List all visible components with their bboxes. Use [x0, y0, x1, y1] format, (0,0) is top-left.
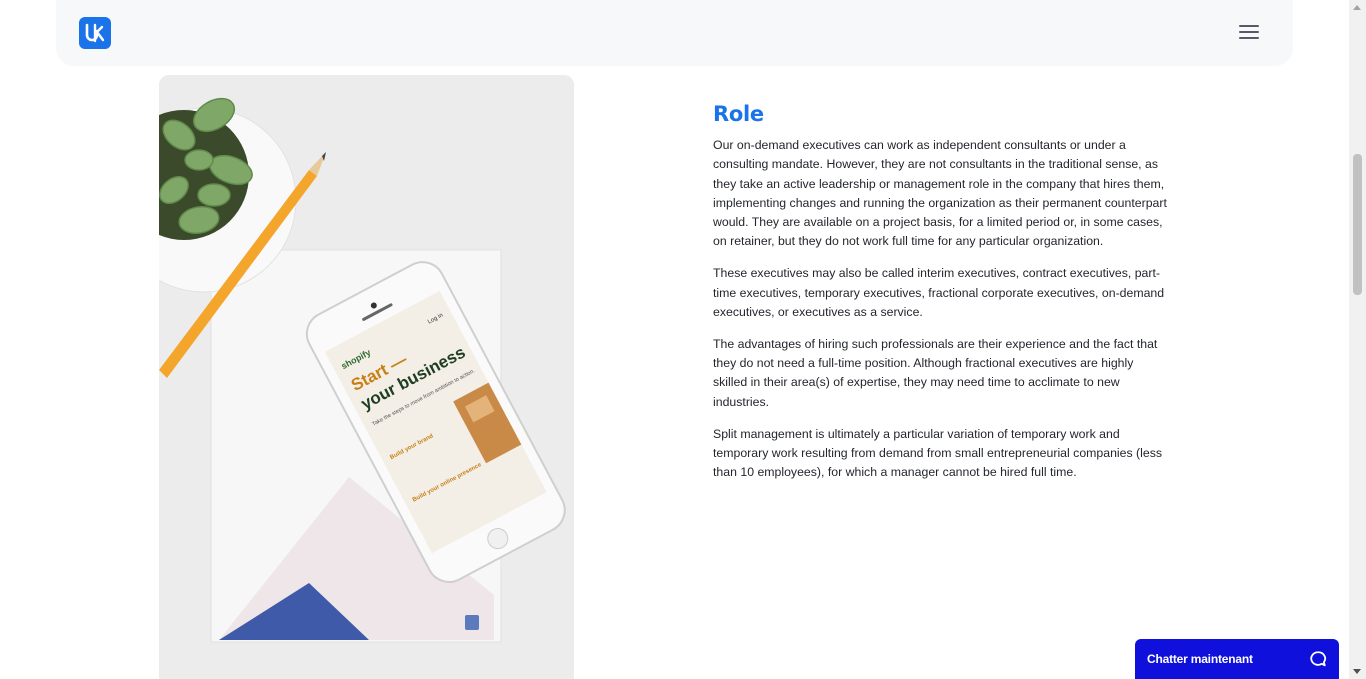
- chat-now-button[interactable]: Chatter maintenant: [1135, 639, 1339, 679]
- hero-image: shopify Log in Start — your business Tak…: [159, 75, 574, 679]
- uk-logo-icon: [85, 23, 105, 43]
- scroll-down-arrow-icon[interactable]: [1353, 669, 1361, 674]
- scroll-up-arrow-icon[interactable]: [1353, 5, 1361, 10]
- paragraph-1: Our on-demand executives can work as ind…: [713, 138, 1167, 249]
- chat-bubble-icon: [1310, 651, 1327, 667]
- role-section: Role Our on-demand executives can work a…: [713, 102, 1168, 495]
- menu-line: [1239, 25, 1259, 27]
- paragraph-4: Split management is ultimately a particu…: [713, 426, 1163, 480]
- site-header: [56, 0, 1293, 66]
- hamburger-menu-icon[interactable]: [1239, 22, 1259, 42]
- vertical-scrollbar[interactable]: [1349, 0, 1366, 679]
- menu-line: [1239, 31, 1259, 33]
- shopify-bag-icon: [465, 615, 479, 630]
- site-logo[interactable]: [79, 17, 111, 49]
- section-title: Role: [713, 102, 764, 126]
- paragraph-3: The advantages of hiring such profession…: [713, 336, 1158, 409]
- chat-button-label: Chatter maintenant: [1147, 652, 1253, 666]
- scroll-thumb[interactable]: [1353, 154, 1362, 295]
- paragraph-2: These executives may also be called inte…: [713, 266, 1165, 319]
- desk-phone-photo: shopify Log in Start — your business Tak…: [159, 75, 574, 679]
- menu-line: [1239, 37, 1259, 39]
